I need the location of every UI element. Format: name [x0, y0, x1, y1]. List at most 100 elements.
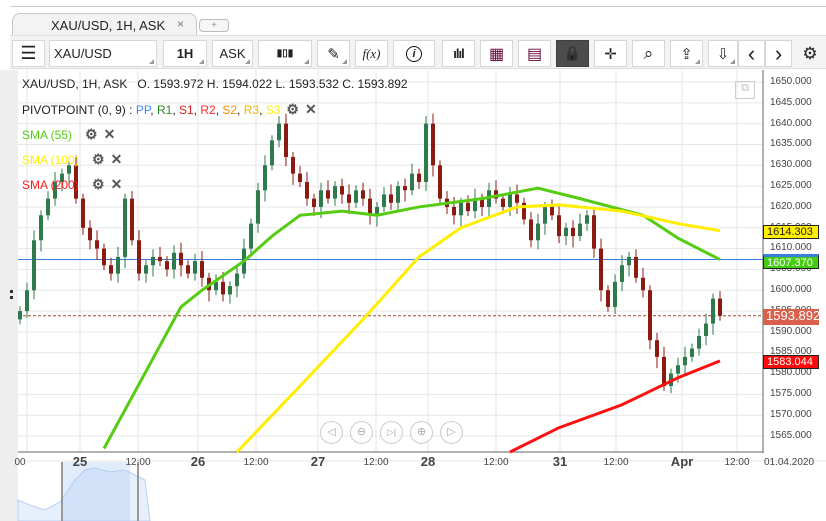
close-tab-icon[interactable]: ×: [177, 17, 184, 31]
zoom-search-button[interactable]: ⌕: [632, 40, 665, 67]
next-button[interactable]: ›: [765, 40, 792, 67]
candle-down: [403, 186, 407, 191]
legend-ohlc: O. 1593.972 H. 1594.022 L. 1593.532 C. 1…: [137, 77, 408, 91]
candle-down: [515, 194, 519, 203]
price-tick-label: 1565.000: [770, 429, 812, 441]
download-button[interactable]: ⇩: [708, 40, 738, 67]
candle-down: [95, 240, 99, 249]
candle-down: [466, 202, 470, 212]
candle-down: [305, 181, 309, 199]
chart-type-button[interactable]: ▮▯▮: [258, 40, 312, 67]
candle-down: [641, 277, 645, 291]
side-value: ASK: [219, 46, 246, 61]
sma200-price-tag: 1583.044: [763, 355, 819, 369]
candle-up: [354, 190, 358, 203]
price-tick-label: 1625.000: [770, 180, 812, 191]
period-value: 1H: [176, 46, 194, 61]
sma-100-label: SMA (100): [22, 153, 79, 167]
menu-button[interactable]: ☰: [12, 40, 45, 67]
candle-up: [697, 336, 701, 349]
scroll-right-button[interactable]: ▷: [440, 421, 463, 444]
drag-handle: [10, 290, 13, 293]
gear-icon[interactable]: ⚙: [92, 176, 105, 193]
candle-up: [543, 206, 547, 224]
candle-down: [221, 281, 225, 295]
gear-icon[interactable]: ⚙: [286, 101, 299, 118]
close-icon[interactable]: ✕: [111, 151, 123, 168]
candle-up: [396, 186, 400, 203]
candle-down: [438, 165, 442, 199]
candle-down: [102, 248, 106, 266]
legend-symbol: XAU/USD, 1H, ASK: [22, 77, 128, 91]
pivot-items: PP, R1, S1, R2, S2, R3, S3: [136, 103, 281, 117]
window-top-border: [10, 6, 826, 7]
candle-down: [606, 290, 610, 307]
close-icon[interactable]: ✕: [111, 176, 123, 193]
pivot-legend: PIVOTPOINT (0, 9) : PP, R1, S1, R2, S2, …: [22, 101, 317, 118]
candle-up: [620, 265, 624, 282]
zoom-out-button[interactable]: ⊖: [350, 421, 373, 444]
gear-icon[interactable]: ⚙: [85, 126, 98, 143]
upload-button[interactable]: ⇪: [670, 40, 703, 67]
candle-up: [319, 190, 323, 207]
candle-down: [137, 240, 141, 274]
time-tick-label: 12:00: [483, 457, 509, 468]
candle-down: [312, 198, 316, 207]
indicators-button[interactable]: f(x): [355, 40, 388, 67]
go-to-end-button[interactable]: ▷|: [380, 421, 403, 444]
prev-button[interactable]: ‹: [738, 40, 765, 67]
candle-up: [172, 252, 176, 270]
candle-down: [88, 227, 92, 241]
candle-up: [627, 256, 631, 266]
calendar-button[interactable]: ▦: [480, 40, 513, 67]
popout-icon[interactable]: ⧉: [735, 81, 755, 99]
scroll-left-button[interactable]: ◁: [320, 421, 343, 444]
candle-up: [193, 261, 197, 274]
time-tick-label: 12:00: [243, 457, 269, 468]
pencil-icon: ✎: [327, 45, 340, 63]
lock-button[interactable]: 🔒: [556, 40, 589, 67]
candle-up: [277, 123, 281, 141]
crosshair-button[interactable]: ✛: [594, 40, 627, 67]
price-tick-label: 1630.000: [770, 159, 812, 171]
candle-down: [340, 186, 344, 195]
pivot-comma: ,: [237, 103, 244, 117]
sma-55-legend: SMA (55) ⚙ ✕: [22, 126, 115, 143]
candle-down: [662, 356, 666, 387]
close-icon[interactable]: ✕: [104, 126, 116, 143]
candle-up: [235, 273, 239, 287]
news-button[interactable]: ▤: [518, 40, 551, 67]
drawing-tools-button[interactable]: ✎: [317, 40, 350, 67]
price-tick-label: 1610.000: [770, 242, 812, 254]
volume-button[interactable]: ılıl: [442, 40, 475, 67]
drag-handle: [10, 296, 13, 299]
symbol-value: XAU/USD: [54, 46, 112, 61]
tab-title: XAU/USD, 1H, ASK: [51, 18, 166, 33]
new-tab-button[interactable]: +: [199, 19, 229, 32]
candle-down: [592, 215, 596, 249]
candle-down: [655, 340, 659, 357]
candle-down: [284, 123, 288, 157]
chart-tab[interactable]: XAU/USD, 1H, ASK ×: [12, 13, 197, 35]
candle-up: [676, 365, 680, 374]
pivot-item-r1: R1: [156, 103, 173, 117]
candle-down: [431, 123, 435, 166]
symbol-select[interactable]: XAU/USD: [49, 40, 157, 67]
candle-up: [704, 323, 708, 337]
close-icon[interactable]: ✕: [305, 101, 317, 118]
candle-up: [333, 186, 337, 199]
zoom-in-button[interactable]: ⊕: [410, 421, 433, 444]
pivot-item-s1: S1: [178, 103, 194, 117]
sma-200-label: SMA (200): [22, 178, 79, 192]
gear-icon[interactable]: ⚙: [92, 151, 105, 168]
info-button[interactable]: i: [393, 40, 435, 67]
settings-button[interactable]: ⚙: [794, 40, 826, 67]
side-select[interactable]: ASK: [212, 40, 253, 67]
candle-up: [508, 194, 512, 207]
pivot-comma: ,: [259, 103, 266, 117]
candle-down: [648, 290, 652, 341]
period-select[interactable]: 1H: [163, 40, 207, 67]
candle-up: [25, 290, 29, 312]
candle-down: [599, 248, 603, 291]
price-chart[interactable]: [0, 70, 826, 521]
